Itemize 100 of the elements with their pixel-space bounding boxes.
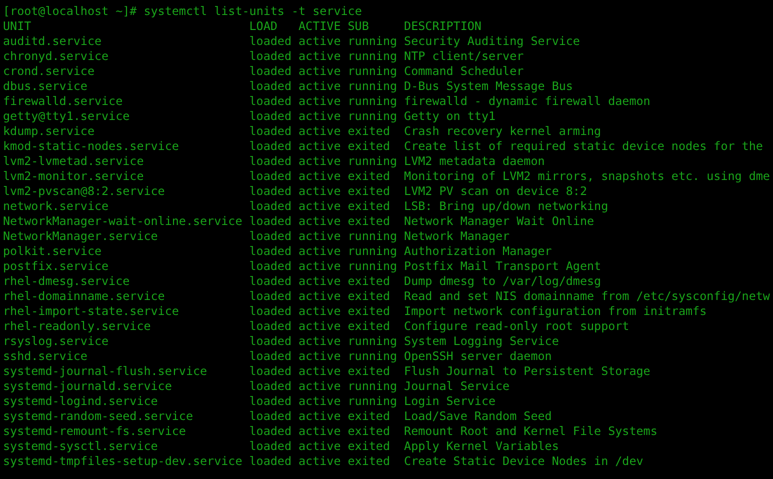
unit-name: polkit.service — [3, 244, 103, 259]
sub-state: running — [348, 34, 398, 49]
active-state: active — [298, 49, 342, 64]
active-state: active — [298, 394, 342, 409]
sub-state: exited — [348, 424, 391, 439]
column-header: SUB — [348, 19, 370, 34]
unit-description: Login Service — [404, 394, 497, 409]
unit-name: chronyd.service — [3, 49, 110, 64]
unit-name: systemd-logind.service — [3, 394, 159, 409]
sub-state: running — [348, 229, 398, 244]
sub-state: exited — [348, 274, 391, 289]
unit-name: systemd-tmpfiles-setup-dev.service — [3, 454, 244, 469]
unit-name: NetworkManager.service — [3, 229, 159, 244]
unit-name: network.service — [3, 199, 110, 214]
column-header: DESCRIPTION — [404, 19, 482, 34]
sub-state: exited — [348, 454, 391, 469]
load-state: loaded — [249, 439, 292, 454]
unit-description: Network Manager — [404, 229, 511, 244]
load-state: loaded — [249, 319, 292, 334]
active-state: active — [298, 454, 342, 469]
unit-name: NetworkManager-wait-online.service — [3, 214, 244, 229]
unit-name: auditd.service — [3, 34, 103, 49]
unit-description: Apply Kernel Variables — [404, 439, 560, 454]
unit-description: NTP client/server — [404, 49, 525, 64]
sub-state: running — [348, 109, 398, 124]
unit-name: rhel-dmesg.service — [3, 274, 131, 289]
unit-description: Create Static Device Nodes in /dev — [404, 454, 644, 469]
unit-name: rhel-domainname.service — [3, 289, 166, 304]
unit-name: kdump.service — [3, 124, 96, 139]
sub-state: exited — [348, 169, 391, 184]
active-state: active — [298, 154, 342, 169]
load-state: loaded — [249, 379, 292, 394]
unit-description: Flush Journal to Persistent Storage — [404, 364, 652, 379]
sub-state: running — [348, 154, 398, 169]
load-state: loaded — [249, 259, 292, 274]
sub-state: running — [348, 79, 398, 94]
unit-description: OpenSSH server daemon — [404, 349, 553, 364]
active-state: active — [298, 79, 342, 94]
load-state: loaded — [249, 454, 292, 469]
load-state: loaded — [249, 34, 292, 49]
load-state: loaded — [249, 49, 292, 64]
active-state: active — [298, 364, 342, 379]
active-state: active — [298, 379, 342, 394]
unit-description: Journal Service — [404, 379, 511, 394]
unit-description: Dump dmesg to /var/log/dmesg — [404, 274, 602, 289]
column-header: LOAD — [249, 19, 278, 34]
unit-name: rsyslog.service — [3, 334, 110, 349]
load-state: loaded — [249, 139, 292, 154]
active-state: active — [298, 109, 342, 124]
active-state: active — [298, 304, 342, 319]
unit-name: lvm2-monitor.service — [3, 169, 145, 184]
sub-state: running — [348, 394, 398, 409]
unit-name: systemd-random-seed.service — [3, 409, 194, 424]
unit-name: crond.service — [3, 64, 96, 79]
active-state: active — [298, 124, 342, 139]
sub-state: running — [348, 334, 398, 349]
active-state: active — [298, 244, 342, 259]
unit-name: dbus.service — [3, 79, 88, 94]
active-state: active — [298, 409, 342, 424]
unit-name: systemd-journal-flush.service — [3, 364, 208, 379]
sub-state: exited — [348, 409, 391, 424]
sub-state: exited — [348, 364, 391, 379]
sub-state: running — [348, 259, 398, 274]
sub-state: running — [348, 64, 398, 79]
active-state: active — [298, 229, 342, 244]
load-state: loaded — [249, 64, 292, 79]
unit-description: Getty on tty1 — [404, 109, 497, 124]
column-header: UNIT — [3, 19, 32, 34]
sub-state: exited — [348, 124, 391, 139]
unit-description: LSB: Bring up/down networking — [404, 199, 610, 214]
load-state: loaded — [249, 244, 292, 259]
unit-description: Network Manager Wait Online — [404, 214, 596, 229]
unit-description: Monitoring of LVM2 mirrors, snapshots etc. using dme — [404, 169, 771, 184]
active-state: active — [298, 334, 342, 349]
active-state: active — [298, 34, 342, 49]
load-state: loaded — [249, 289, 292, 304]
sub-state: exited — [348, 214, 391, 229]
load-state: loaded — [249, 79, 292, 94]
unit-description: Postfix Mail Transport Agent — [404, 259, 602, 274]
load-state: loaded — [249, 334, 292, 349]
unit-name: kmod-static-nodes.service — [3, 139, 180, 154]
active-state: active — [298, 214, 342, 229]
load-state: loaded — [249, 184, 292, 199]
sub-state: exited — [348, 439, 391, 454]
load-state: loaded — [249, 109, 292, 124]
active-state: active — [298, 169, 342, 184]
unit-description: D-Bus System Message Bus — [404, 79, 574, 94]
unit-description: Authorization Manager — [404, 244, 553, 259]
sub-state: running — [348, 244, 398, 259]
unit-name: systemd-remount-fs.service — [3, 424, 187, 439]
sub-state: running — [348, 49, 398, 64]
sub-state: exited — [348, 199, 391, 214]
load-state: loaded — [249, 214, 292, 229]
active-state: active — [298, 349, 342, 364]
unit-name: getty@tty1.service — [3, 109, 131, 124]
unit-description: Remount Root and Kernel File Systems — [404, 424, 658, 439]
sub-state: running — [348, 379, 398, 394]
active-state: active — [298, 274, 342, 289]
active-state: active — [298, 439, 342, 454]
load-state: loaded — [249, 124, 292, 139]
